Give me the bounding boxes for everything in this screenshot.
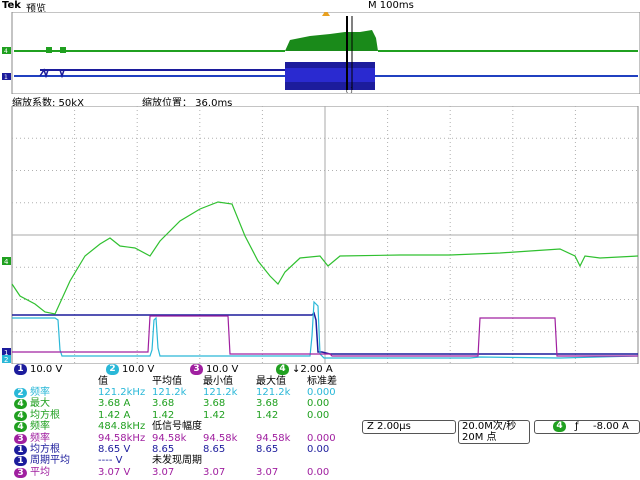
measurement-value: 1.42 A — [98, 409, 131, 421]
measurement-channel: 4 — [14, 399, 27, 410]
measurement-max: 121.2k — [256, 387, 291, 398]
measurement-std: 0.00 — [307, 444, 330, 455]
ch3-scale: 10.0 V — [206, 364, 239, 375]
sample-rate: 20.0M次/秒 — [462, 421, 517, 432]
measurement-mean: 121.2k — [152, 387, 187, 398]
sample-rate-box[interactable]: 20.0M次/秒 20M 点 — [458, 420, 530, 444]
ch2-scale: 10.0 V — [122, 364, 155, 375]
measurement-mean: 3.68 — [152, 398, 175, 410]
ch2-number: 2 — [106, 364, 119, 375]
measurement-min: 1.42 — [203, 409, 226, 421]
measurement-name: 频率 — [30, 387, 50, 398]
measurement-std: 0.000 — [307, 432, 336, 444]
measurement-value: 484.8kHz — [98, 421, 146, 433]
measurement-max: 3.07 — [256, 466, 279, 478]
trigger-slope-icon: ƒ — [575, 421, 579, 432]
ch4-number: 4 — [276, 364, 289, 375]
measurement-value: 3.07 V — [98, 466, 131, 478]
ch4-scale: ↓2.00 A — [292, 364, 333, 375]
measurement-channel: 3 — [14, 467, 27, 478]
zoomed-waveform: 4 1 2 — [2, 106, 639, 364]
zoom-timebase: Z 2.00μs — [367, 421, 411, 432]
overview-waveform: 4 1 [ ] — [2, 12, 640, 94]
ch2-setting[interactable]: 2 10.0 V — [106, 364, 154, 375]
record-length: 20M 点 — [462, 432, 497, 443]
brand-logo: Tek — [2, 0, 21, 11]
channel-settings-row: 1 10.0 V 2 10.0 V 3 10.0 V 4 ↓2.00 A — [0, 364, 360, 376]
zoom-timebase-box[interactable]: Z 2.00μs — [362, 420, 456, 434]
measurement-name: 均方根 — [30, 409, 60, 421]
svg-text:4: 4 — [4, 48, 8, 55]
measurement-value: 3.68 A — [98, 398, 131, 410]
col-value: 值 — [98, 376, 108, 387]
ch1-scale: 10.0 V — [30, 364, 63, 375]
measurement-std: 0.00 — [307, 398, 330, 410]
col-max: 最大值 — [256, 376, 286, 387]
measurement-std: 0.00 — [307, 409, 330, 421]
overview-ch1-marker: 1 — [2, 73, 11, 81]
measurement-min: 8.65 — [203, 444, 226, 455]
measurement-mean: 3.07 — [152, 466, 175, 478]
measurement-channel: 1 — [14, 456, 27, 467]
measurement-name: 周期平均 — [30, 455, 70, 467]
measurement-channel: 2 — [14, 388, 27, 398]
overview-ch4-marker: 4 — [2, 47, 11, 55]
zoom-info-row — [0, 94, 640, 106]
measurement-value: ---- V — [98, 455, 123, 467]
measurement-mean: 未发现周期 — [152, 455, 202, 467]
measurement-value: 94.58kHz — [98, 432, 146, 444]
ch2-ground-marker: 2 — [2, 355, 11, 364]
measurement-max: 8.65 — [256, 444, 279, 455]
measurement-mean: 8.65 — [152, 444, 175, 455]
ch4-ground-marker: 4 — [2, 257, 11, 266]
measurement-mean: 1.42 — [152, 409, 175, 421]
svg-text:4: 4 — [4, 258, 9, 266]
measurement-name: 最大 — [30, 398, 50, 410]
ch1-setting[interactable]: 1 10.0 V — [14, 364, 62, 375]
measurement-max: 1.42 — [256, 409, 279, 421]
measurement-name: 平均 — [30, 466, 50, 478]
col-min: 最小值 — [203, 376, 233, 387]
svg-text:1: 1 — [4, 74, 8, 81]
measurements-panel: 值 平均值 最小值 最大值 标准差 2 频率 121.2kHz 121.2k 121.2… — [0, 376, 360, 480]
measurement-max: 94.58k — [256, 432, 291, 444]
col-mean: 平均值 — [152, 376, 182, 387]
trigger-channel: 4 — [553, 421, 566, 432]
measurement-min: 94.58k — [203, 432, 238, 444]
trigger-box[interactable]: 4 ƒ -8.00 A — [534, 420, 640, 434]
ch4-setting[interactable]: 4 ↓2.00 A — [276, 364, 333, 375]
measurement-name: 频率 — [30, 432, 50, 444]
measurement-min: 121.2k — [203, 387, 238, 398]
ch3-number: 3 — [190, 364, 203, 375]
col-std: 标准差 — [307, 376, 337, 387]
measurement-min: 3.68 — [203, 398, 226, 410]
ch1-number: 1 — [14, 364, 27, 375]
measurement-std: 0.000 — [307, 387, 336, 398]
measurement-mean: 94.58k — [152, 432, 187, 444]
measurement-mean: 低信号幅度 — [152, 421, 202, 433]
measurement-std: 0.00 — [307, 466, 330, 478]
trigger-level: -8.00 A — [593, 421, 629, 432]
measurement-channel: 1 — [14, 445, 27, 455]
measurement-min: 3.07 — [203, 466, 226, 478]
svg-text:2: 2 — [4, 356, 8, 364]
measurement-max: 3.68 — [256, 398, 279, 410]
measurement-channel: 3 — [14, 433, 27, 444]
ch3-setting[interactable]: 3 10.0 V — [190, 364, 238, 375]
measurement-name: 均方根 — [30, 444, 60, 455]
svg-text:[ ]: [ ] — [346, 87, 353, 94]
main-timebase: M 100ms — [368, 0, 414, 11]
measurement-value: 121.2kHz — [98, 387, 146, 398]
measurement-value: 8.65 V — [98, 444, 131, 455]
measurement-channel: 4 — [14, 422, 27, 433]
measurement-name: 频率 — [30, 421, 50, 433]
measurement-channel: 4 — [14, 410, 27, 421]
